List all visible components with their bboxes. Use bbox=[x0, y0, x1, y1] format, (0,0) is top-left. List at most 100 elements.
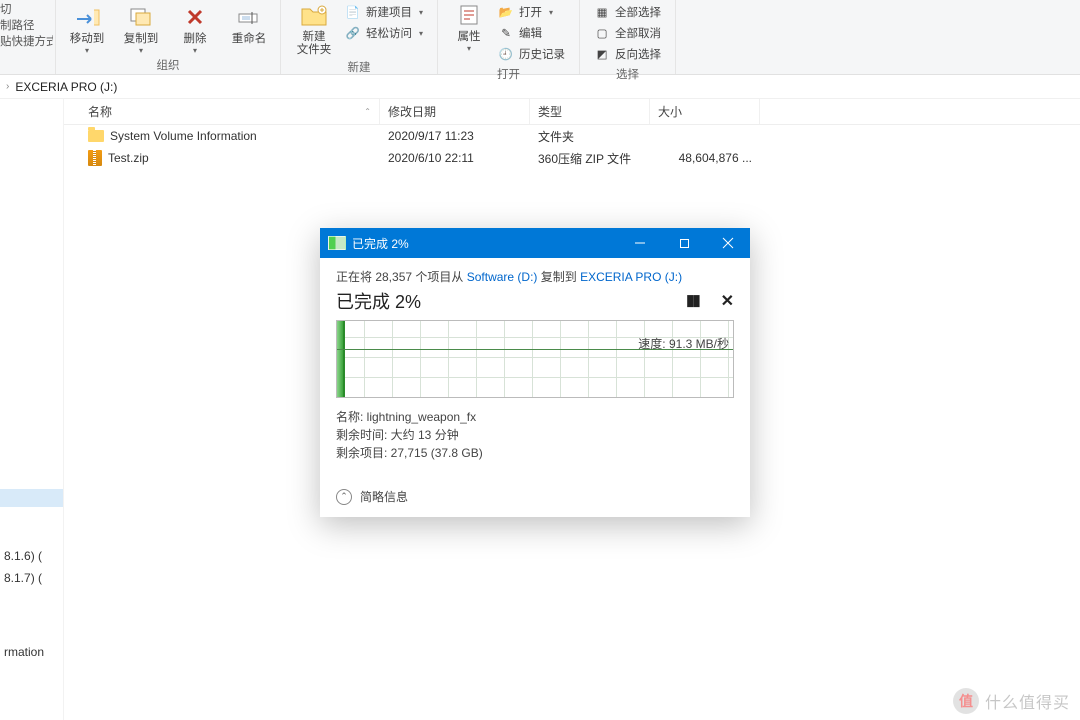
chevron-down-icon: ▾ bbox=[549, 8, 553, 17]
column-header-type[interactable]: 类型 bbox=[530, 99, 650, 124]
new-folder-icon bbox=[299, 0, 329, 30]
square-icon bbox=[680, 239, 689, 248]
transfer-rate-chart: 速度: 91.3 MB/秒 bbox=[336, 320, 734, 398]
copy-progress-dialog: 已完成 2% 正在将 28,357 个项目从 Software (D:) 复制到… bbox=[320, 228, 750, 517]
delete-button[interactable]: 删除▾ bbox=[172, 2, 218, 55]
file-date-cell: 2020/9/17 11:23 bbox=[380, 129, 530, 143]
edit-button[interactable]: ✎编辑 bbox=[492, 23, 571, 43]
column-header-size[interactable]: 大小 bbox=[650, 99, 760, 124]
close-button[interactable] bbox=[706, 228, 750, 258]
invert-selection-button[interactable]: ◩反向选择 bbox=[588, 44, 667, 64]
pause-button[interactable]: ▮▮ bbox=[686, 291, 699, 311]
chevron-down-icon: ▾ bbox=[85, 46, 89, 55]
select-all-icon: ▦ bbox=[594, 4, 610, 20]
nav-tree-item[interactable]: 8.1.7) ( bbox=[0, 569, 63, 587]
ribbon-group-new: 新建 文件夹 📄新建项目▾ 🔗轻松访问▾ 新建 bbox=[281, 0, 438, 74]
chevron-down-icon: ▾ bbox=[193, 46, 197, 55]
dialog-title: 已完成 2% bbox=[352, 235, 409, 252]
open-button[interactable]: 📂打开▾ bbox=[492, 2, 571, 22]
ribbon-clipboard-partial: 切 制路径 贴快捷方式 bbox=[0, 0, 56, 74]
list-item[interactable]: Test.zip 2020/6/10 22:11 360压缩 ZIP 文件 48… bbox=[64, 147, 1080, 169]
select-none-icon: ▢ bbox=[594, 25, 610, 41]
file-size-cell: 48,604,876 ... bbox=[650, 151, 760, 165]
folder-icon bbox=[88, 130, 104, 142]
file-name-cell: System Volume Information bbox=[80, 129, 380, 143]
list-item[interactable]: System Volume Information 2020/9/17 11:2… bbox=[64, 125, 1080, 147]
dialog-body: 正在将 28,357 个项目从 Software (D:) 复制到 EXCERI… bbox=[320, 258, 750, 517]
column-header-name[interactable]: 名称⌃ bbox=[80, 99, 380, 124]
chevron-down-icon: ▾ bbox=[467, 44, 471, 53]
invert-selection-icon: ◩ bbox=[594, 46, 610, 62]
file-date-cell: 2020/6/10 22:11 bbox=[380, 151, 530, 165]
ribbon-group-organize: 移动到▾ 复制到▾ 删除▾ 重命名 组织 bbox=[56, 0, 281, 74]
watermark-icon: 值 bbox=[953, 688, 979, 714]
edge-line: 切 bbox=[0, 2, 53, 18]
history-button[interactable]: 🕘历史记录 bbox=[492, 44, 571, 64]
minimize-button[interactable] bbox=[618, 228, 662, 258]
rename-icon bbox=[234, 2, 264, 32]
destination-link[interactable]: EXCERIA PRO (J:) bbox=[580, 270, 682, 284]
edge-line: 制路径 bbox=[0, 18, 53, 34]
history-icon: 🕘 bbox=[498, 46, 514, 62]
ribbon-group-select: ▦全部选择 ▢全部取消 ◩反向选择 选择 bbox=[580, 0, 676, 74]
properties-icon bbox=[454, 0, 484, 30]
column-header-date[interactable]: 修改日期 bbox=[380, 99, 530, 124]
file-name-cell: Test.zip bbox=[80, 150, 380, 166]
group-caption-organize: 组织 bbox=[157, 55, 180, 76]
group-caption-new: 新建 bbox=[348, 57, 371, 78]
file-type-cell: 360压缩 ZIP 文件 bbox=[530, 150, 650, 167]
chevron-down-icon: ▾ bbox=[139, 46, 143, 55]
select-all-button[interactable]: ▦全部选择 bbox=[588, 2, 667, 22]
select-none-button[interactable]: ▢全部取消 bbox=[588, 23, 667, 43]
cancel-button[interactable]: ✕ bbox=[721, 291, 734, 311]
ribbon: 切 制路径 贴快捷方式 移动到▾ 复制到▾ 删除▾ 重命名 组织 bbox=[0, 0, 1080, 75]
copy-description: 正在将 28,357 个项目从 Software (D:) 复制到 EXCERI… bbox=[336, 268, 734, 285]
breadcrumb-item[interactable]: EXCERIA PRO (J:) bbox=[15, 80, 117, 94]
chart-fill bbox=[337, 321, 345, 397]
copy-details: 名称: lightning_weapon_fx 剩余时间: 大约 13 分钟 剩… bbox=[336, 408, 734, 462]
nav-tree-item[interactable]: 8.1.6) ( bbox=[0, 547, 63, 565]
rename-button[interactable]: 重命名 bbox=[226, 2, 272, 55]
properties-button[interactable]: 属性▾ bbox=[446, 0, 492, 64]
progress-icon bbox=[328, 236, 346, 250]
current-item-name: lightning_weapon_fx bbox=[367, 410, 476, 424]
chevron-down-icon: ▾ bbox=[419, 29, 423, 38]
copy-to-icon bbox=[126, 2, 156, 32]
easy-access-button[interactable]: 🔗轻松访问▾ bbox=[339, 23, 429, 43]
chevron-up-icon: ⌃ bbox=[336, 489, 352, 505]
new-folder-button[interactable]: 新建 文件夹 bbox=[289, 0, 339, 57]
delete-icon bbox=[180, 2, 210, 32]
zip-icon bbox=[88, 150, 102, 166]
move-to-button[interactable]: 移动到▾ bbox=[64, 2, 110, 55]
breadcrumb-bar[interactable]: › EXCERIA PRO (J:) bbox=[0, 75, 1080, 99]
watermark: 值 什么值得买 bbox=[953, 688, 1070, 714]
ribbon-group-open: 属性▾ 📂打开▾ ✎编辑 🕘历史记录 打开 bbox=[438, 0, 580, 74]
toggle-details-button[interactable]: ⌃ 简略信息 bbox=[336, 478, 734, 505]
file-type-cell: 文件夹 bbox=[530, 128, 650, 145]
move-to-icon bbox=[72, 2, 102, 32]
progress-headline: 已完成 2% ▮▮ ✕ bbox=[336, 288, 734, 314]
group-caption-open: 打开 bbox=[497, 64, 520, 85]
copy-to-button[interactable]: 复制到▾ bbox=[118, 2, 164, 55]
new-item-button[interactable]: 📄新建项目▾ bbox=[339, 2, 429, 22]
time-remaining: 大约 13 分钟 bbox=[391, 428, 459, 442]
chart-rate-label: 速度: 91.3 MB/秒 bbox=[638, 335, 729, 352]
chevron-down-icon: ▾ bbox=[419, 8, 423, 17]
edit-icon: ✎ bbox=[498, 25, 514, 41]
sort-asc-icon: ⌃ bbox=[364, 107, 371, 116]
column-headers[interactable]: 名称⌃ 修改日期 类型 大小 bbox=[64, 99, 1080, 125]
nav-tree-item[interactable]: rmation bbox=[0, 643, 63, 661]
nav-tree-item-selected[interactable] bbox=[0, 489, 63, 507]
items-remaining: 27,715 (37.8 GB) bbox=[391, 446, 483, 460]
nav-tree[interactable]: 8.1.6) ( 8.1.7) ( rmation bbox=[0, 99, 64, 720]
source-link[interactable]: Software (D:) bbox=[467, 270, 538, 284]
watermark-text: 什么值得买 bbox=[985, 689, 1070, 713]
dialog-titlebar[interactable]: 已完成 2% bbox=[320, 228, 750, 258]
open-icon: 📂 bbox=[498, 4, 514, 20]
edge-line: 贴快捷方式 bbox=[0, 34, 53, 50]
chevron-right-icon: › bbox=[6, 81, 9, 92]
easy-access-icon: 🔗 bbox=[345, 25, 361, 41]
maximize-button[interactable] bbox=[662, 228, 706, 258]
group-caption-select: 选择 bbox=[616, 64, 639, 85]
new-item-icon: 📄 bbox=[345, 4, 361, 20]
